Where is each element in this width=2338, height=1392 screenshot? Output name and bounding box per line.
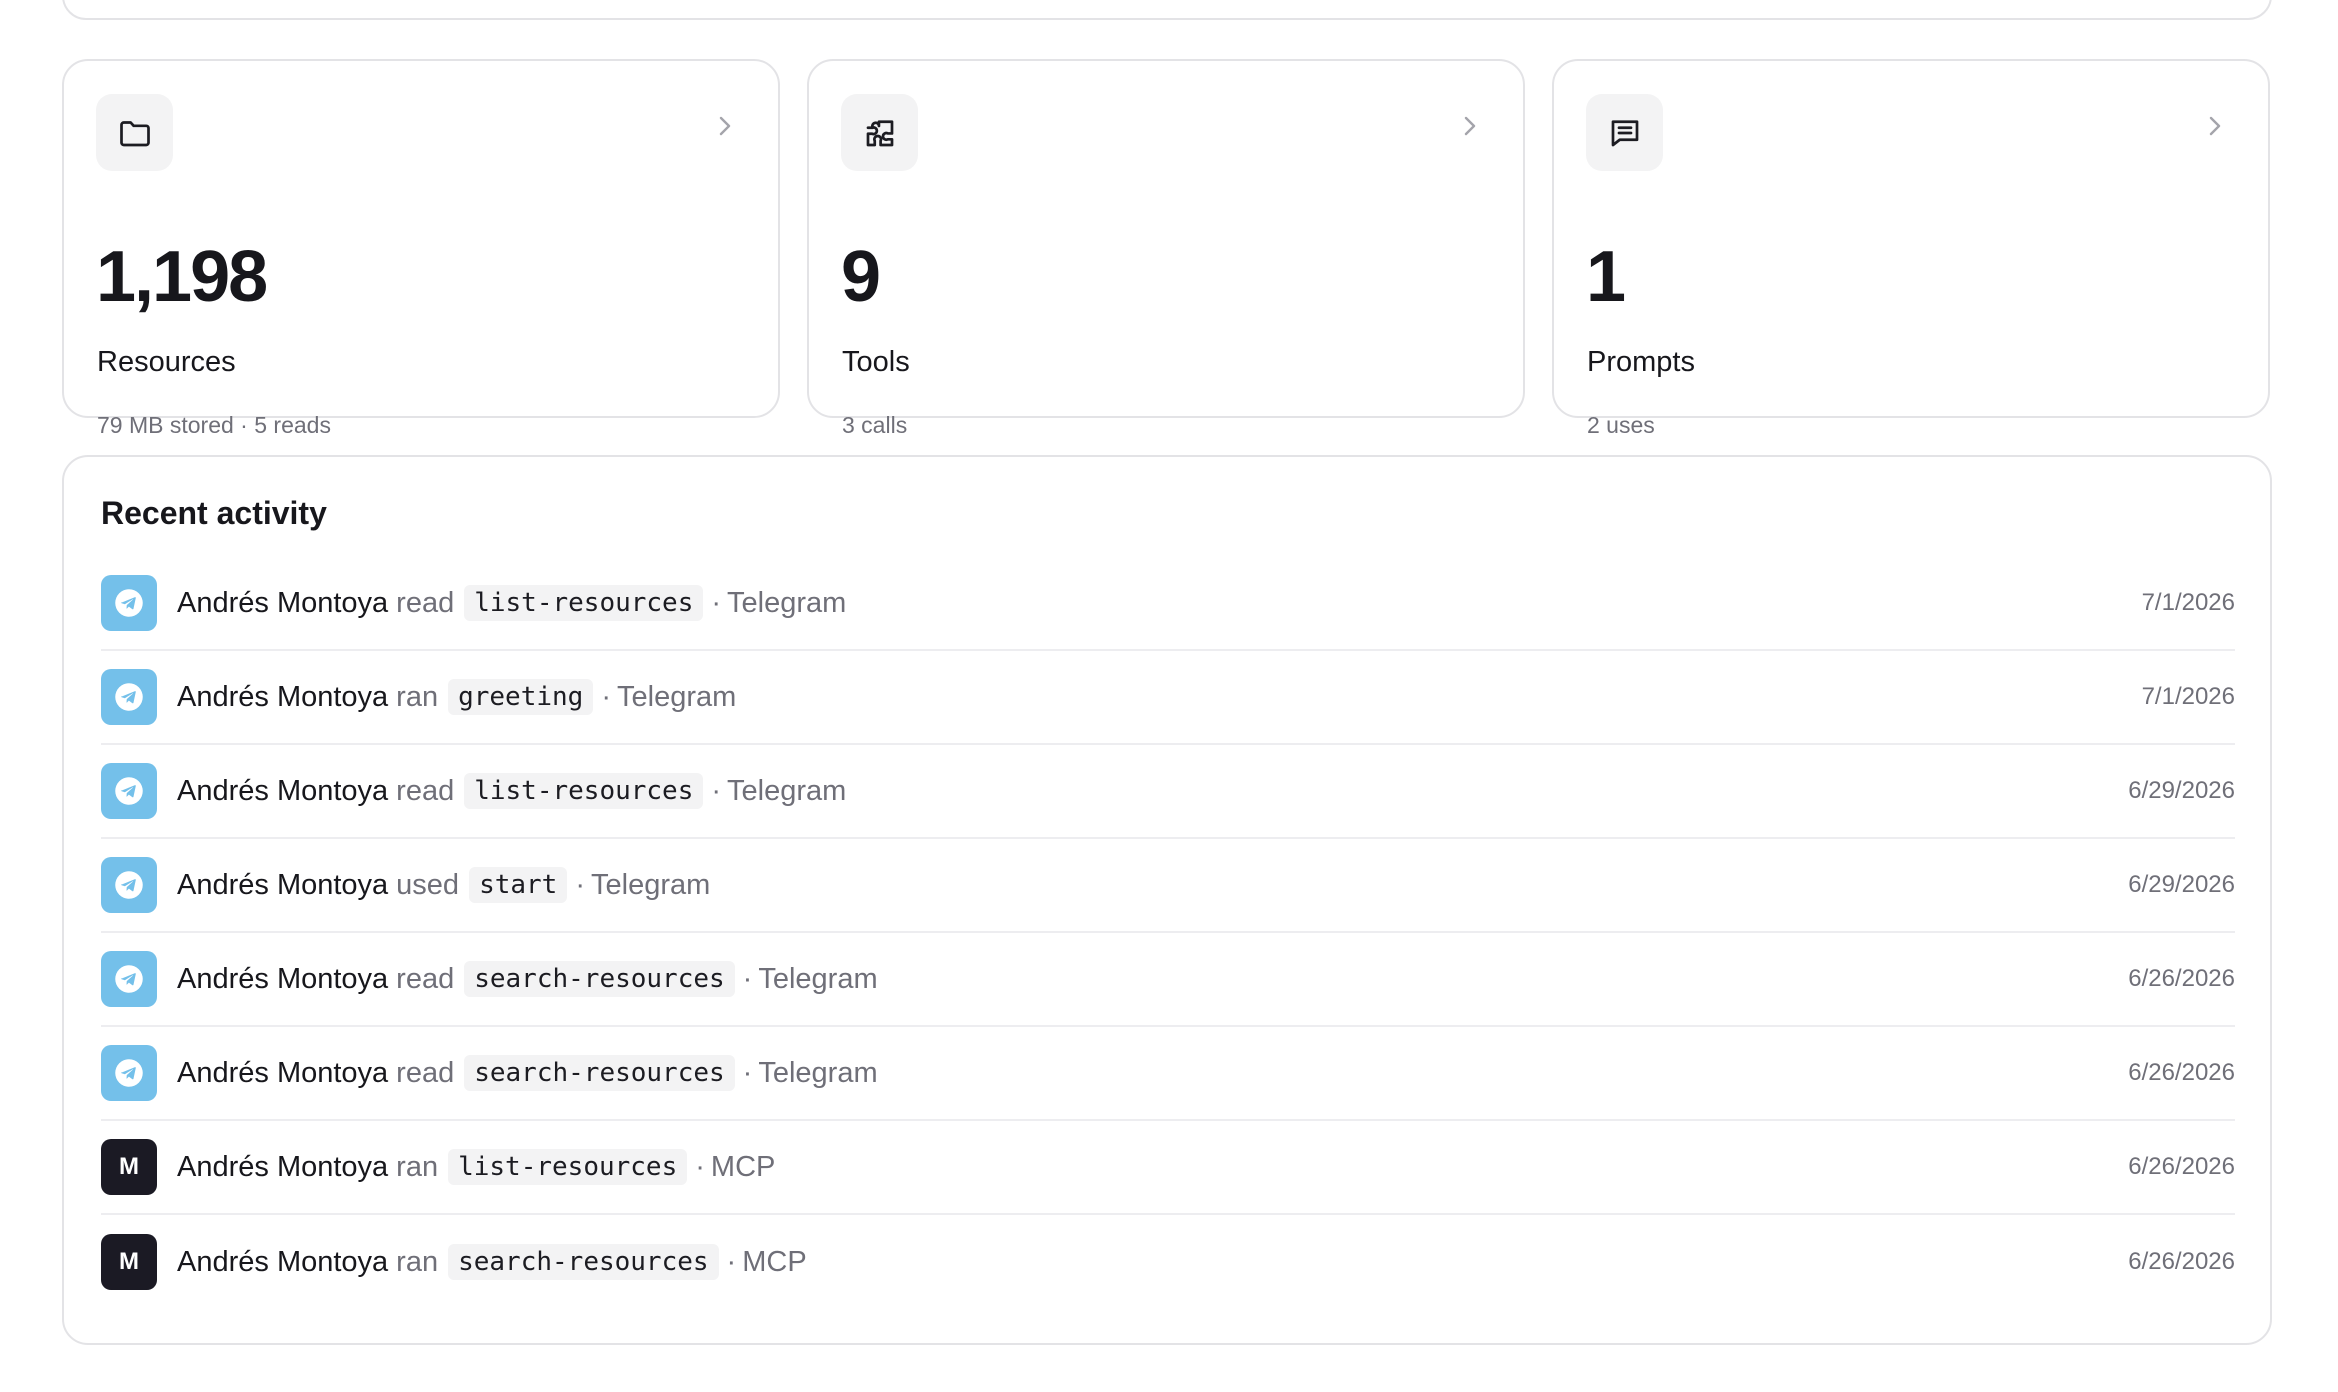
activity-source: Telegram [758,1056,878,1089]
activity-verb: read [396,1056,455,1089]
activity-text: Andrés Montoya read list-resources · Telegra… [177,585,846,621]
activity-date: 6/29/2026 [2128,871,2235,898]
activity-resource: search-resources [448,1244,719,1280]
dashboard-page: 1,198 Resources 79 MB stored · 5 reads 9… [0,0,2338,1392]
activity-text: Andrés Montoya used start · Telegram [177,867,710,903]
activity-resource: list-resources [464,773,704,809]
stat-label: Resources [97,346,236,378]
telegram-icon [101,575,157,631]
activity-verb: read [396,586,455,619]
separator: · [575,868,586,901]
activity-text: Andrés Montoya ran list-resources · MCP [177,1149,775,1185]
activity-list: Andrés Montoya read list-resources · Telegra… [101,557,2235,1309]
activity-row[interactable]: Andrés Montoya used start · Telegram 6/29/202… [101,839,2235,933]
stat-card-prompts[interactable]: 1 Prompts 2 uses [1552,59,2270,437]
stat-value: 9 [841,237,881,317]
mcp-avatar: M [101,1139,157,1195]
telegram-icon [101,857,157,913]
puzzle-icon [841,94,918,171]
activity-actor: Andrés Montoya [177,1245,389,1278]
activity-date: 6/26/2026 [2128,1059,2235,1086]
stat-value: 1,198 [96,237,268,317]
activity-actor: Andrés Montoya [177,774,389,807]
activity-row[interactable]: Andrés Montoya read search-resources · Teleg… [101,933,2235,1027]
previous-card-edge [62,0,2272,20]
activity-row[interactable]: Andrés Montoya ran greeting · Telegram 7/1/20… [101,651,2235,745]
chevron-right-icon [2202,113,2228,139]
activity-verb: ran [396,680,439,713]
activity-resource: greeting [448,679,594,715]
telegram-icon [101,1045,157,1101]
activity-source: Telegram [727,774,847,807]
message-icon [1586,94,1663,171]
activity-actor: Andrés Montoya [177,586,389,619]
stat-card-resources[interactable]: 1,198 Resources 79 MB stored · 5 reads [62,59,780,437]
activity-actor: Andrés Montoya [177,680,389,713]
activity-row[interactable]: M Andrés Montoya ran list-resources · MCP 6/26… [101,1121,2235,1215]
activity-date: 6/29/2026 [2128,777,2235,804]
chevron-right-icon [1457,113,1483,139]
separator: · [695,1150,705,1183]
stat-subtext: 2 uses [1587,412,1655,438]
activity-text: Andrés Montoya read list-resources · Telegra… [177,773,846,809]
activity-resource: search-resources [464,961,735,997]
activity-source: Telegram [617,680,737,713]
stat-label: Tools [842,346,910,378]
stat-label: Prompts [1587,346,1695,378]
stat-value: 1 [1586,237,1626,317]
activity-row[interactable]: M Andrés Montoya ran search-resources · MCP 6/… [101,1215,2235,1309]
chevron-right-icon [712,113,738,139]
separator: · [742,962,753,995]
activity-resource: list-resources [448,1149,688,1185]
separator: · [742,1056,753,1089]
stat-subtext: 79 MB stored · 5 reads [97,412,331,438]
telegram-icon [101,669,157,725]
activity-date: 7/1/2026 [2141,683,2235,710]
recent-activity-card: Recent activity Andrés Montoya read list-r… [62,455,2272,1345]
activity-resource: start [469,867,568,903]
activity-verb: ran [396,1245,439,1278]
activity-text: Andrés Montoya read search-resources · Teleg… [177,1055,878,1091]
activity-date: 6/26/2026 [2128,1153,2235,1180]
activity-row[interactable]: Andrés Montoya read list-resources · Telegra… [101,557,2235,651]
activity-row[interactable]: Andrés Montoya read search-resources · Teleg… [101,1027,2235,1121]
activity-source: Telegram [727,586,847,619]
activity-actor: Andrés Montoya [177,1150,389,1183]
activity-verb: used [396,868,460,901]
activity-text: Andrés Montoya read search-resources · Teleg… [177,961,878,997]
stat-card-tools[interactable]: 9 Tools 3 calls [807,59,1525,437]
activity-verb: read [396,962,455,995]
stat-subtext: 3 calls [842,412,908,438]
activity-actor: Andrés Montoya [177,962,389,995]
activity-source: Telegram [591,868,711,901]
activity-source: MCP [742,1245,807,1278]
mcp-avatar: M [101,1234,157,1290]
folder-icon [96,94,173,171]
activity-source: MCP [710,1150,776,1183]
activity-text: Andrés Montoya ran search-resources · MCP [177,1244,807,1280]
activity-actor: Andrés Montoya [177,1056,389,1089]
telegram-icon [101,951,157,1007]
activity-date: 6/26/2026 [2128,965,2235,992]
section-title: Recent activity [101,495,327,531]
activity-source: Telegram [758,962,878,995]
activity-date: 6/26/2026 [2128,1248,2235,1275]
activity-actor: Andrés Montoya [177,868,389,901]
separator: · [726,1245,737,1278]
activity-resource: search-resources [464,1055,735,1091]
telegram-icon [101,763,157,819]
activity-verb: read [396,774,455,807]
activity-verb: ran [396,1150,439,1183]
activity-date: 7/1/2026 [2141,589,2235,616]
separator: · [601,680,611,713]
activity-text: Andrés Montoya ran greeting · Telegram [177,679,736,715]
separator: · [711,586,722,619]
activity-row[interactable]: Andrés Montoya read list-resources · Telegra… [101,745,2235,839]
separator: · [711,774,722,807]
activity-resource: list-resources [464,585,704,621]
